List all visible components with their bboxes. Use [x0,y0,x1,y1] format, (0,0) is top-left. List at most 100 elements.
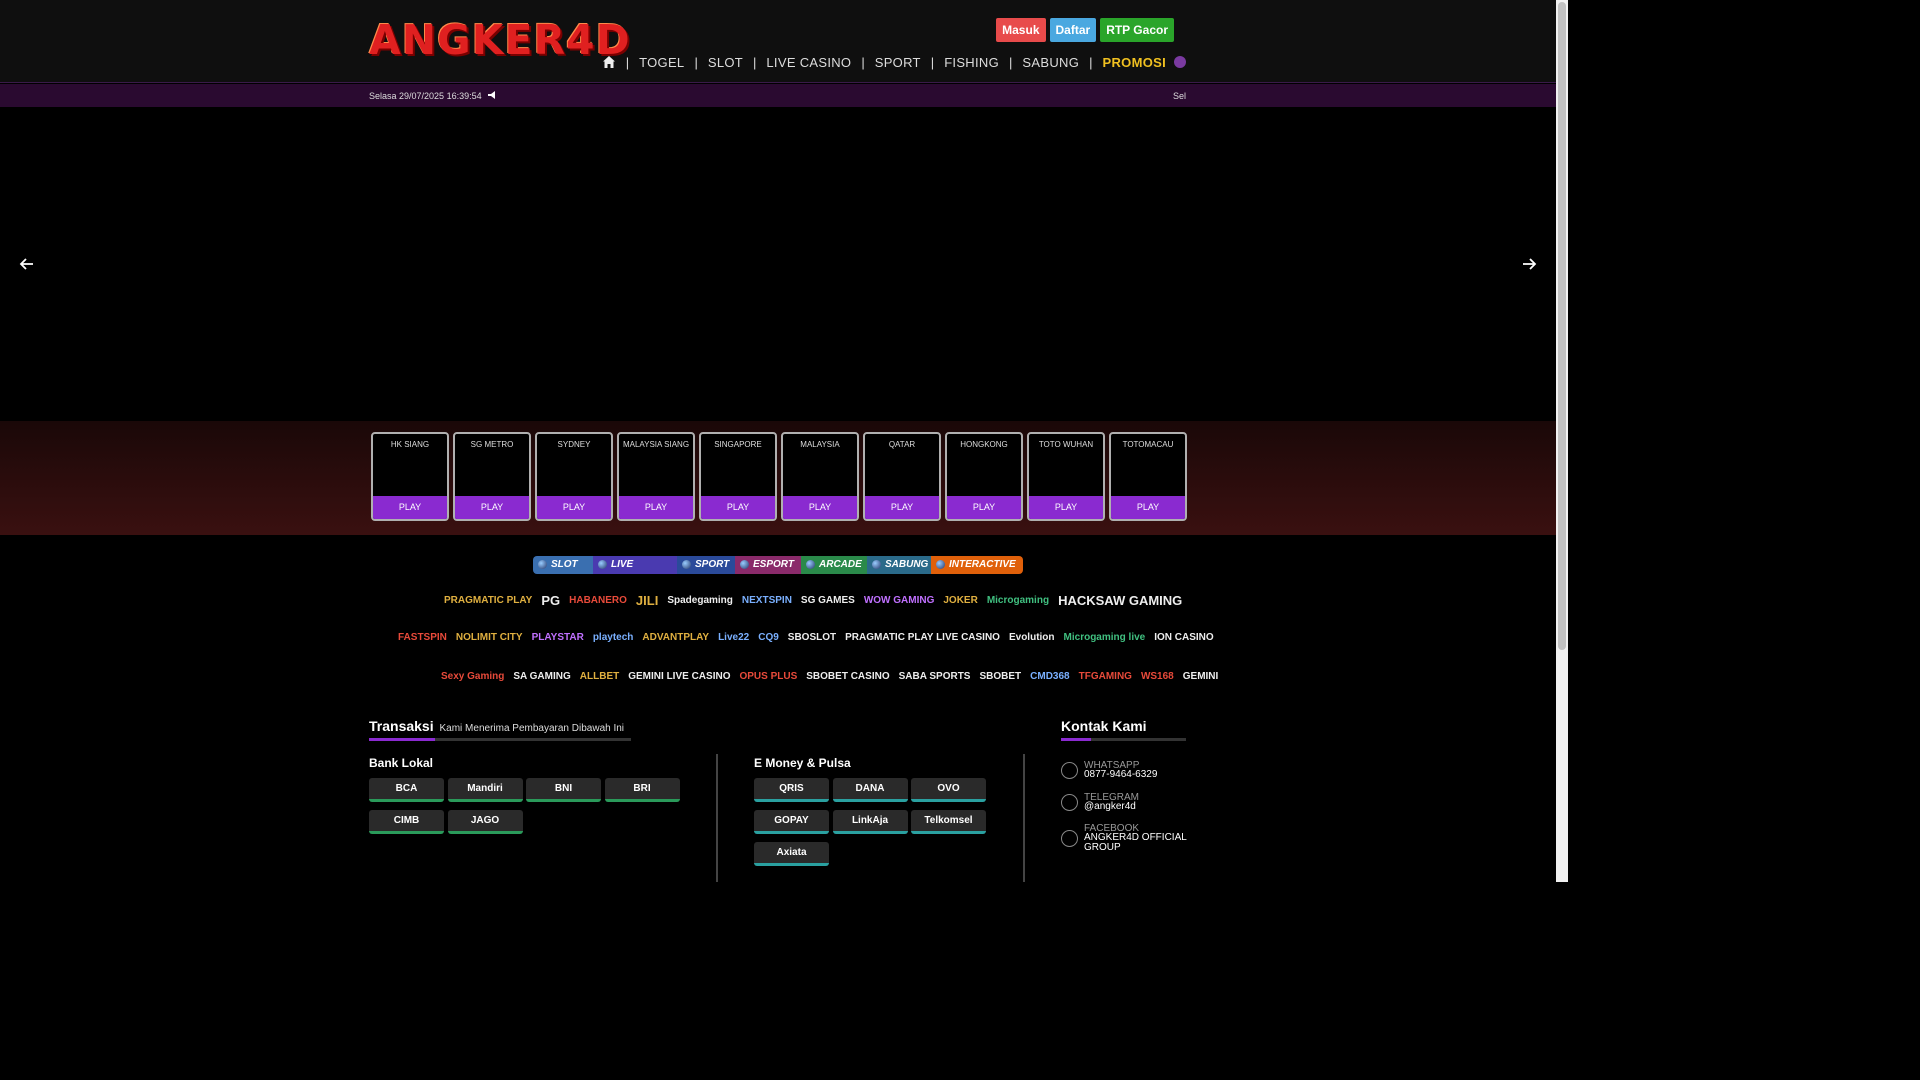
play-button[interactable]: PLAY [1111,496,1185,519]
provider-logo[interactable]: OPUS PLUS [739,671,797,682]
rtp-gacor-button[interactable]: RTP Gacor [1100,18,1174,42]
divider [1023,754,1025,882]
provider-logo[interactable]: SABA SPORTS [899,671,971,682]
emoney-button[interactable]: DANA [832,778,908,802]
provider-logo[interactable]: SBOBET [979,671,1021,682]
provider-logo[interactable]: Evolution [1009,632,1055,643]
scrollbar-thumb[interactable] [1558,2,1566,650]
site-logo[interactable]: ANGKER4D [369,14,630,66]
play-button[interactable]: PLAY [537,496,611,519]
provider-logo[interactable]: Sexy Gaming [441,671,504,682]
emoney-button[interactable]: Telkomsel [911,810,986,834]
lottery-market-name: MALAYSIA SIANG [622,440,690,449]
tab-sport[interactable]: SPORT [677,556,735,574]
play-button[interactable]: PLAY [701,496,775,519]
nav-sport[interactable]: SPORT [875,55,921,70]
bank-button[interactable]: Mandiri [447,778,523,802]
tab-live-casino[interactable]: LIVE CASINO [593,556,677,574]
play-button[interactable]: PLAY [947,496,1021,519]
bank-button[interactable]: JAGO [447,810,523,834]
provider-logo[interactable]: Microgaming live [1064,632,1146,643]
provider-logo[interactable]: FASTSPIN [398,632,447,643]
tab-sabung[interactable]: SABUNG [867,556,931,574]
play-button[interactable]: PLAY [1029,496,1103,519]
lottery-card[interactable]: HONGKONG PLAY [945,432,1023,521]
provider-logos-row-1: PRAGMATIC PLAY PG HABANERO JILI Spadegaming N… [444,593,1191,608]
provider-logo[interactable]: SG GAMES [801,595,855,606]
play-button[interactable]: PLAY [865,496,939,519]
lottery-card[interactable]: QATAR PLAY [863,432,941,521]
provider-logo[interactable]: JILI [636,593,658,608]
tab-interactive[interactable]: INTERACTIVE [931,556,1023,574]
emoney-button[interactable]: Axiata [754,842,829,866]
register-button[interactable]: Daftar [1049,18,1097,42]
provider-logo[interactable]: SBOBET CASINO [806,671,889,682]
lottery-card[interactable]: SINGAPORE PLAY [699,432,777,521]
nav-fishing[interactable]: FISHING [944,55,999,70]
bank-button[interactable]: CIMB [369,810,444,834]
provider-logo[interactable]: GEMINI LIVE CASINO [628,671,730,682]
provider-logo[interactable]: ION CASINO [1154,632,1213,643]
bank-button[interactable]: BNI [526,778,601,802]
provider-logo[interactable]: GEMINI [1183,671,1219,682]
provider-logo[interactable]: PG [541,593,560,608]
provider-logo[interactable]: ADVANTPLAY [642,632,709,643]
arrow-right-icon[interactable] [1519,256,1539,272]
banner-carousel[interactable] [0,108,1556,420]
page: ANGKER4D Masuk Daftar RTP Gacor | TOGEL … [0,0,1568,882]
emoney-button[interactable]: LinkAja [832,810,908,834]
lottery-card[interactable]: MALAYSIA PLAY [781,432,859,521]
bank-button[interactable]: BCA [369,778,444,802]
provider-logo[interactable]: WS168 [1141,671,1174,682]
provider-logo[interactable]: NOLIMIT CITY [456,632,523,643]
emoney-button[interactable]: OVO [911,778,986,802]
telegram-icon [1061,794,1078,811]
lottery-card[interactable]: TOTOMACAU PLAY [1109,432,1187,521]
lottery-card[interactable]: SG METRO PLAY [453,432,531,521]
provider-logo[interactable]: PRAGMATIC PLAY LIVE CASINO [845,632,1000,643]
provider-logo[interactable]: Live22 [718,632,749,643]
nav-slot[interactable]: SLOT [708,55,743,70]
whatsapp-icon [1061,762,1078,779]
lottery-card[interactable]: MALAYSIA SIANG PLAY [617,432,695,521]
nav-live-casino[interactable]: LIVE CASINO [766,55,851,70]
provider-logo[interactable]: PRAGMATIC PLAY [444,595,532,606]
provider-logo[interactable]: Spadegaming [667,595,733,606]
play-button[interactable]: PLAY [783,496,857,519]
emoney-button[interactable]: QRIS [754,778,829,802]
bank-button[interactable]: BRI [604,778,680,802]
provider-logo[interactable]: SA GAMING [513,671,570,682]
arrow-left-icon[interactable] [17,256,37,272]
provider-logo[interactable]: ALLBET [580,671,619,682]
nav-separator: | [753,54,757,70]
nav-sabung[interactable]: SABUNG [1022,55,1079,70]
provider-logo[interactable]: WOW GAMING [864,595,935,606]
provider-logo[interactable]: CMD368 [1030,671,1069,682]
play-button[interactable]: PLAY [455,496,529,519]
provider-logo[interactable]: SBOSLOT [788,632,836,643]
lottery-card[interactable]: TOTO WUHAN PLAY [1027,432,1105,521]
nav-togel[interactable]: TOGEL [639,55,684,70]
tab-arcade[interactable]: ARCADE [801,556,867,574]
login-button[interactable]: Masuk [996,18,1046,42]
emoney-button[interactable]: GOPAY [754,810,829,834]
provider-logo[interactable]: CQ9 [758,632,779,643]
provider-logo[interactable]: Microgaming [987,595,1049,606]
home-icon[interactable] [602,55,616,69]
play-button[interactable]: PLAY [619,496,693,519]
nav-promosi[interactable]: PROMOSI [1103,55,1167,70]
provider-logo[interactable]: TFGAMING [1079,671,1132,682]
provider-logo[interactable]: NEXTSPIN [742,595,792,606]
megaphone-icon [488,91,497,101]
provider-logo[interactable]: PLAYSTAR [532,632,584,643]
lottery-card[interactable]: SYDNEY PLAY [535,432,613,521]
provider-logo[interactable]: JOKER [943,595,977,606]
lottery-card[interactable]: HK SIANG PLAY [371,432,449,521]
tab-slot[interactable]: SLOT [533,556,593,574]
play-button[interactable]: PLAY [373,496,447,519]
tab-esport[interactable]: ESPORT [735,556,801,574]
provider-logo[interactable]: HABANERO [569,595,627,606]
scrollbar[interactable] [1556,0,1568,882]
provider-logo[interactable]: HACKSAW GAMING [1058,593,1182,608]
provider-logo[interactable]: playtech [593,632,634,643]
